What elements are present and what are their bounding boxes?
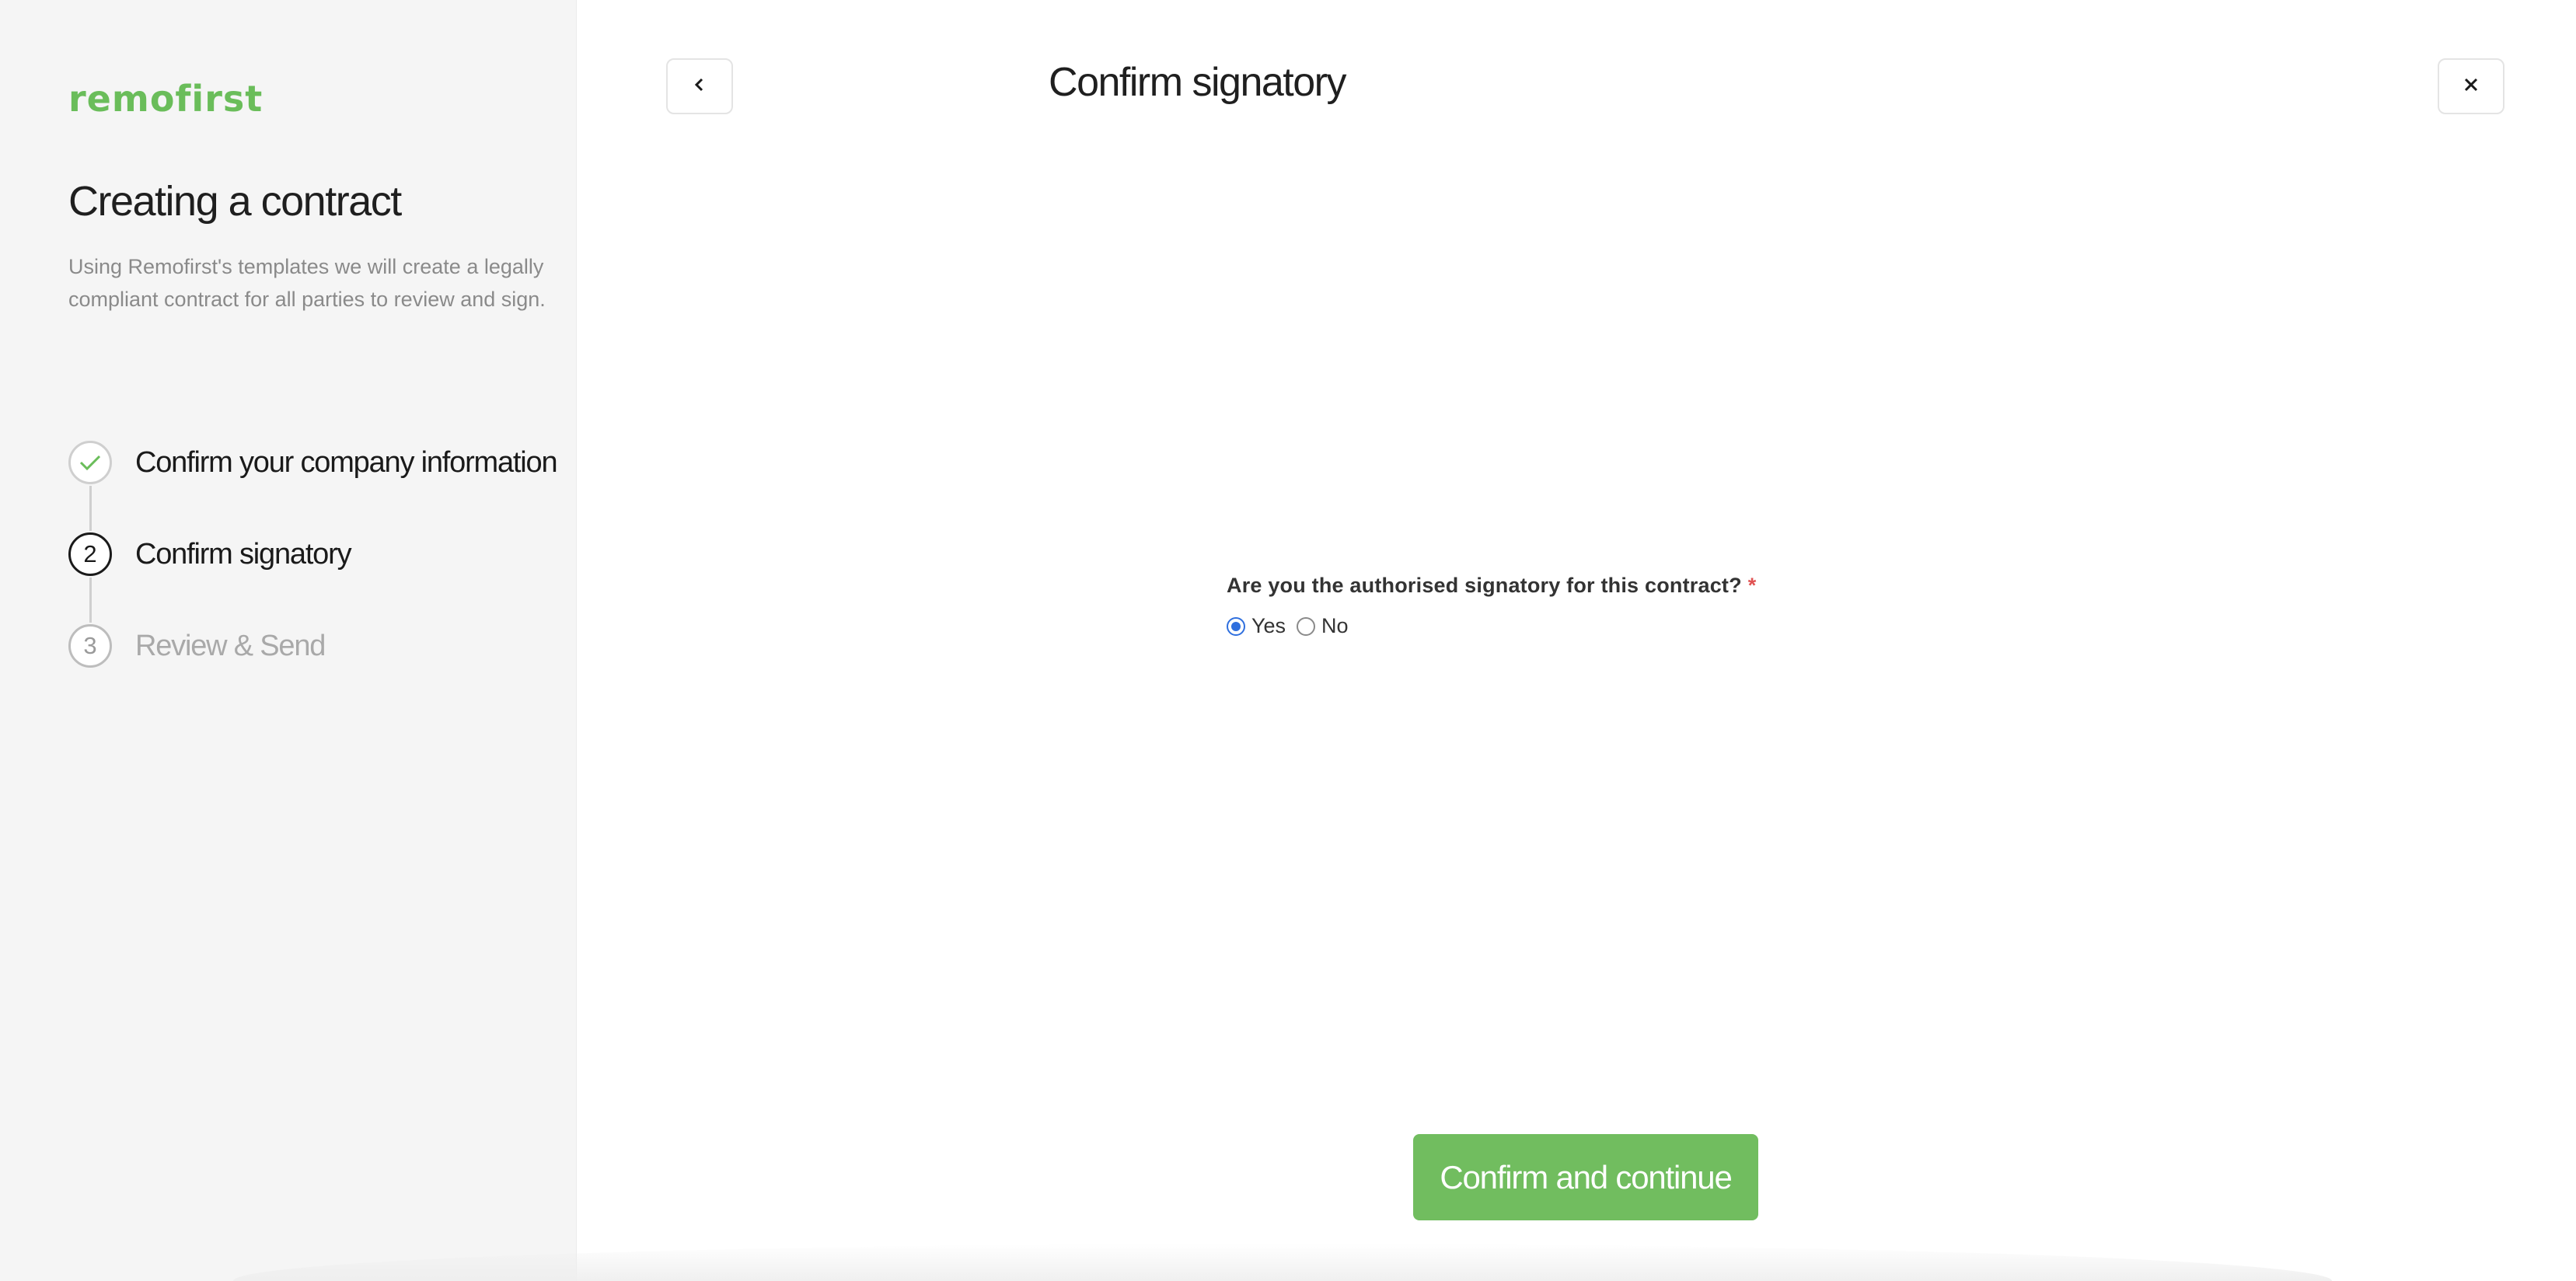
confirm-and-continue-button[interactable]: Confirm and continue (1413, 1134, 1758, 1220)
question-text: Are you the authorised signatory for thi… (1227, 574, 1742, 597)
sidebar-title: Creating a contract (68, 178, 402, 225)
sidebar: remofirst Creating a contract Using Remo… (0, 0, 577, 1281)
close-button[interactable] (2438, 58, 2504, 114)
step-number: 3 (68, 624, 112, 668)
step-label: Confirm signatory (135, 537, 352, 571)
radio-option-no[interactable]: No (1297, 614, 1349, 638)
chevron-left-icon (692, 75, 707, 99)
page-title: Confirm signatory (1049, 60, 1346, 105)
radio-option-yes[interactable]: Yes (1227, 614, 1286, 638)
radio-yes[interactable] (1227, 616, 1245, 636)
sidebar-description: Using Remofirst's templates we will crea… (68, 255, 546, 311)
checkmark-icon (68, 441, 112, 484)
step-company-information: Confirm your company information (68, 439, 558, 486)
signatory-question: Are you the authorised signatory for thi… (1227, 574, 1757, 598)
step-label: Confirm your company information (135, 445, 558, 479)
close-icon (2461, 75, 2481, 99)
step-confirm-signatory: 2 Confirm signatory (68, 531, 352, 578)
radio-no[interactable] (1297, 616, 1316, 636)
step-review-send: 3 Review & Send (68, 623, 326, 669)
required-marker: * (1747, 574, 1757, 597)
step-connector (89, 486, 92, 531)
signatory-radio-group: Yes No (1227, 614, 1360, 638)
step-label: Review & Send (135, 629, 326, 662)
step-connector (89, 578, 92, 623)
radio-no-label: No (1321, 614, 1349, 637)
back-button[interactable] (666, 58, 733, 114)
remofirst-logo: remofirst (68, 78, 264, 120)
step-number: 2 (68, 532, 112, 576)
radio-yes-label: Yes (1251, 614, 1286, 637)
